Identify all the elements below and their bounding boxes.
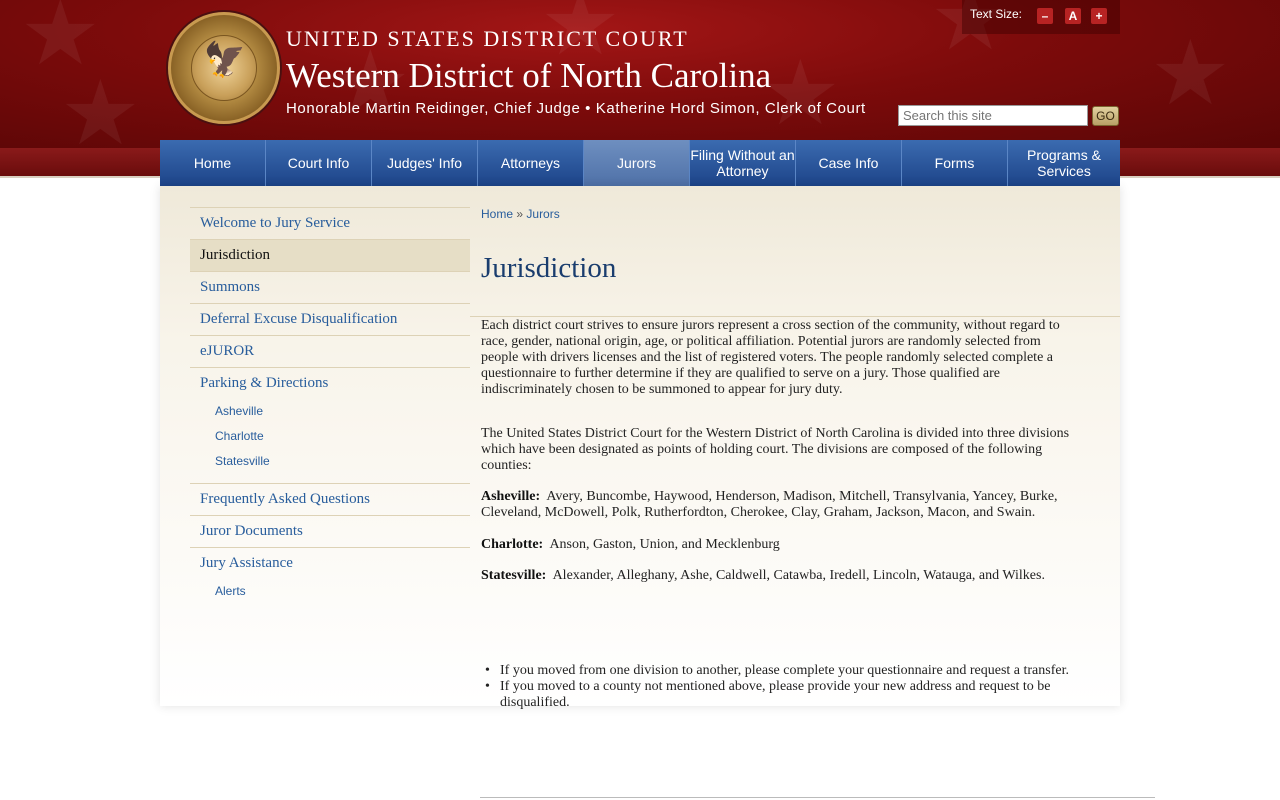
- search-input[interactable]: [898, 105, 1088, 126]
- sidebar-item-faq[interactable]: Frequently Asked Questions: [190, 483, 470, 515]
- sidebar-subitem-statesville[interactable]: Statesville: [190, 449, 470, 474]
- nav-judges-info[interactable]: Judges' Info: [372, 140, 478, 186]
- sidebar-subitem-asheville[interactable]: Asheville: [190, 399, 470, 424]
- notice-list: If you moved from one division to anothe…: [481, 663, 1073, 711]
- division-counties: Anson, Gaston, Union, and Mecklenburg: [549, 537, 780, 552]
- division-statesville: Statesville: Alexander, Alleghany, Ashe,…: [481, 568, 1073, 584]
- star-decoration: ★: [1150, 25, 1231, 124]
- sidebar-item-welcome[interactable]: Welcome to Jury Service: [190, 207, 470, 239]
- text-size-increase-button[interactable]: +: [1091, 8, 1107, 24]
- text-size-reset-button[interactable]: A: [1065, 8, 1081, 24]
- sidebar-item-jurisdiction[interactable]: Jurisdiction: [190, 239, 470, 271]
- text-size-label: Text Size:: [970, 7, 1023, 21]
- court-name-line: UNITED STATES DISTRICT COURT: [286, 26, 689, 51]
- sidebar-item-summons[interactable]: Summons: [190, 271, 470, 303]
- breadcrumb: Home » Jurors: [481, 207, 560, 221]
- nav-programs-services[interactable]: Programs & Services: [1008, 140, 1120, 186]
- sidebar-nav: Welcome to Jury Service Jurisdiction Sum…: [190, 207, 470, 604]
- site-header: ★ ★ ★ ★ ★ ★ ★ 🦅 UNITED STATES DISTRICT C…: [0, 0, 1280, 148]
- sidebar-item-ejuror[interactable]: eJUROR: [190, 335, 470, 367]
- nav-forms[interactable]: Forms: [902, 140, 1008, 186]
- division-name: Statesville:: [481, 568, 547, 583]
- division-asheville: Asheville: Avery, Buncombe, Haywood, Hen…: [481, 489, 1073, 521]
- division-name: Charlotte:: [481, 537, 544, 552]
- district-name[interactable]: Western District of North Carolina: [286, 56, 771, 96]
- search-go-button[interactable]: GO: [1092, 106, 1119, 126]
- list-item: If you moved to a county not mentioned a…: [481, 679, 1073, 711]
- star-decoration: ★: [760, 45, 841, 144]
- star-decoration: ★: [60, 65, 141, 149]
- sidebar-item-parking[interactable]: Parking & Directions: [190, 367, 470, 399]
- breadcrumb-jurors-link[interactable]: Jurors: [526, 207, 559, 221]
- officials-line: Honorable Martin Reidinger, Chief Judge …: [286, 100, 866, 117]
- nav-attorneys[interactable]: Attorneys: [478, 140, 584, 186]
- divisions-paragraph: The United States District Court for the…: [481, 426, 1070, 473]
- breadcrumb-home-link[interactable]: Home: [481, 207, 513, 221]
- division-counties: Alexander, Alleghany, Ashe, Caldwell, Ca…: [552, 568, 1045, 583]
- sidebar-subitem-charlotte[interactable]: Charlotte: [190, 424, 470, 449]
- nav-jurors[interactable]: Jurors: [584, 140, 690, 186]
- seal-center: 🦅: [191, 35, 257, 101]
- main-content: Each district court strives to ensure ju…: [481, 318, 1073, 584]
- nav-case-info[interactable]: Case Info: [796, 140, 902, 186]
- division-name: Asheville:: [481, 489, 541, 504]
- nav-filing-without-attorney[interactable]: Filing Without an Attorney: [690, 140, 796, 186]
- eagle-icon: 🦅: [203, 42, 247, 79]
- sidebar-item-jury-assistance[interactable]: Jury Assistance: [190, 547, 470, 579]
- text-size-decrease-button[interactable]: –: [1037, 8, 1053, 24]
- list-item: If you moved from one division to anothe…: [481, 663, 1073, 679]
- division-counties: Avery, Buncombe, Haywood, Henderson, Mad…: [481, 489, 1058, 520]
- page-title: Jurisdiction: [481, 252, 617, 284]
- title-divider: [470, 316, 1120, 317]
- footer-divider: [480, 797, 1155, 798]
- sidebar-item-juror-documents[interactable]: Juror Documents: [190, 515, 470, 547]
- breadcrumb-separator: »: [516, 207, 524, 221]
- sidebar-item-deferral[interactable]: Deferral Excuse Disqualification: [190, 303, 470, 335]
- division-charlotte: Charlotte: Anson, Gaston, Union, and Mec…: [481, 537, 1073, 553]
- sidebar-subitem-alerts[interactable]: Alerts: [190, 579, 470, 604]
- nav-court-info[interactable]: Court Info: [266, 140, 372, 186]
- intro-paragraph: Each district court strives to ensure ju…: [481, 318, 1060, 397]
- court-seal-icon[interactable]: 🦅: [168, 12, 280, 124]
- main-nav: Home Court Info Judges' Info Attorneys J…: [160, 140, 1120, 186]
- nav-home[interactable]: Home: [160, 140, 266, 186]
